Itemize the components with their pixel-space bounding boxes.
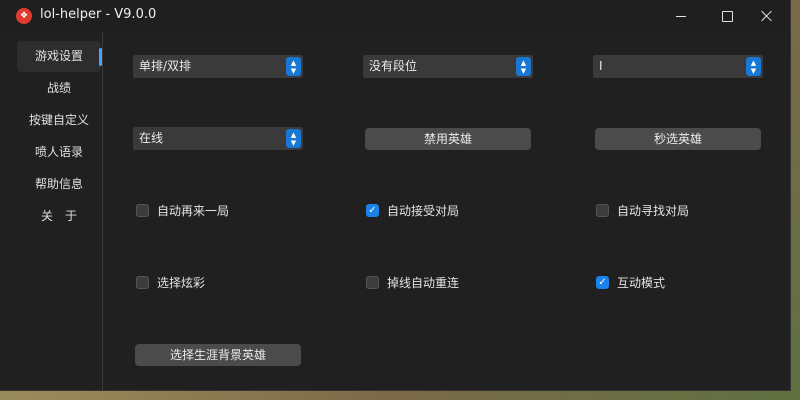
sidebar-item-help[interactable]: 帮助信息: [17, 169, 101, 200]
status-select-value: 在线: [139, 131, 164, 145]
maximize-icon: [721, 10, 733, 22]
sidebar-item-about[interactable]: 关 于: [17, 201, 101, 232]
checkbox-box: [136, 276, 149, 289]
queue-select[interactable]: 单排/双排 ▲ ▼: [133, 55, 303, 78]
career-background-button[interactable]: 选择生涯背景英雄: [135, 344, 301, 366]
instant-pick-button[interactable]: 秒选英雄: [595, 128, 761, 150]
sidebar-item-key-binding[interactable]: 按键自定义: [17, 105, 101, 136]
sidebar-item-game-settings[interactable]: 游戏设置: [17, 41, 102, 72]
sidebar-item-label: 喷人语录: [34, 145, 83, 159]
window-title: lol-helper - V9.0.0: [40, 7, 157, 22]
ban-champion-button[interactable]: 禁用英雄: [365, 128, 531, 150]
sidebar-item-label: 游戏设置: [34, 49, 83, 63]
sidebar-item-label: 关 于: [40, 209, 77, 223]
app-window: ❖ lol-helper - V9.0.0 游戏设置 战绩 按键自定义 喷人语录…: [0, 0, 791, 391]
checkbox-label: 选择炫彩: [157, 276, 206, 290]
sidebar-item-match-history[interactable]: 战绩: [17, 73, 101, 104]
spinner-arrows-icon: ▲ ▼: [286, 57, 301, 76]
active-indicator: [99, 48, 102, 66]
checkbox-label: 掉线自动重连: [387, 276, 460, 290]
app-logo-icon: ❖: [16, 8, 32, 24]
rank-select[interactable]: 没有段位 ▲ ▼: [363, 55, 533, 78]
spinner-arrows-icon: ▲ ▼: [516, 57, 531, 76]
status-select[interactable]: 在线 ▲ ▼: [133, 127, 303, 150]
checkbox-label: 自动再来一局: [157, 204, 230, 218]
sidebar-item-label: 战绩: [46, 81, 71, 95]
checkmark-icon: ✓: [366, 204, 379, 217]
close-button[interactable]: [744, 0, 790, 32]
checkbox-box: [366, 276, 379, 289]
queue-select-value: 单排/双排: [139, 59, 192, 73]
tier-select-value: I: [599, 59, 603, 73]
spinner-arrows-icon: ▲ ▼: [286, 129, 301, 148]
title-bar[interactable]: ❖ lol-helper - V9.0.0: [0, 0, 790, 32]
sidebar-item-label: 帮助信息: [34, 177, 83, 191]
checkbox-box: [596, 204, 609, 217]
checkbox-label: 自动接受对局: [387, 204, 460, 218]
minimize-icon: [676, 15, 686, 17]
tier-select[interactable]: I ▲ ▼: [593, 55, 763, 78]
checkbox-box: [136, 204, 149, 217]
sidebar: 游戏设置 战绩 按键自定义 喷人语录 帮助信息 关 于: [0, 32, 103, 390]
checkmark-icon: ✓: [596, 276, 609, 289]
rank-select-value: 没有段位: [369, 59, 418, 73]
minimize-button[interactable]: [658, 0, 704, 32]
checkbox-label: 自动寻找对局: [617, 204, 690, 218]
close-icon: [761, 10, 773, 22]
checkbox-label: 互动模式: [617, 276, 666, 290]
sidebar-item-label: 按键自定义: [28, 113, 89, 127]
spinner-arrows-icon: ▲ ▼: [746, 57, 761, 76]
sidebar-item-quotes[interactable]: 喷人语录: [17, 137, 101, 168]
